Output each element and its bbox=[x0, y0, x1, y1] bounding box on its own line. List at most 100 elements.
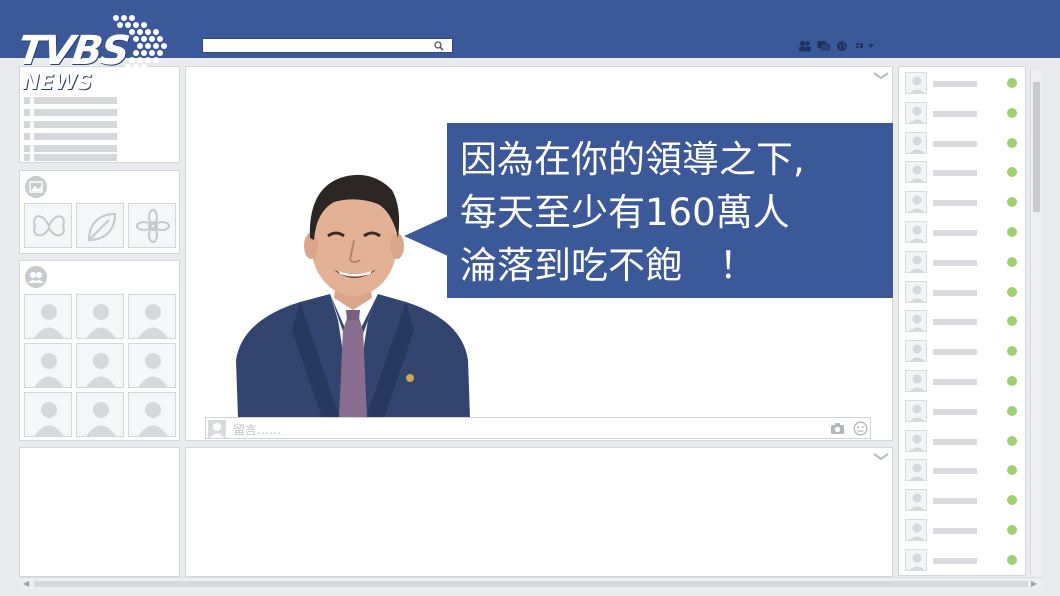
friend-thumb[interactable] bbox=[76, 392, 124, 437]
photo-icon bbox=[25, 176, 47, 198]
camera-icon[interactable] bbox=[830, 422, 845, 435]
search-input[interactable] bbox=[202, 38, 453, 53]
friend-name-placeholder bbox=[933, 200, 977, 207]
scroll-right-arrow[interactable]: ▶ bbox=[1031, 579, 1037, 588]
account-menu-icon[interactable] bbox=[855, 40, 875, 52]
online-friend-row[interactable] bbox=[903, 547, 1025, 571]
online-status-dot bbox=[1007, 554, 1017, 565]
friend-name-placeholder bbox=[933, 230, 977, 236]
online-friend-row[interactable] bbox=[903, 159, 1025, 184]
online-friend-row[interactable] bbox=[903, 368, 1025, 392]
friend-name-placeholder bbox=[933, 438, 977, 445]
friend-thumb[interactable] bbox=[24, 392, 72, 437]
online-status-dot bbox=[1007, 495, 1017, 506]
online-status-dot bbox=[1007, 286, 1017, 297]
menu-item[interactable] bbox=[20, 154, 200, 161]
online-friend-row[interactable] bbox=[903, 398, 1025, 422]
online-friend-row[interactable] bbox=[903, 338, 1025, 363]
speech-bubble-tail bbox=[404, 216, 448, 256]
friend-name-placeholder bbox=[933, 528, 977, 534]
comment-input[interactable]: 留言…… bbox=[205, 417, 871, 439]
friend-name-placeholder bbox=[933, 468, 977, 475]
online-friend-row[interactable] bbox=[903, 428, 1025, 452]
friend-name-placeholder bbox=[933, 498, 977, 505]
photos-panel bbox=[19, 170, 180, 254]
scrollbar-thumb[interactable] bbox=[1033, 82, 1040, 212]
friend-thumb[interactable] bbox=[24, 294, 72, 339]
speaker-photo bbox=[236, 174, 470, 418]
emoji-icon[interactable] bbox=[853, 421, 868, 436]
online-status-dot bbox=[1007, 376, 1017, 386]
avatar bbox=[905, 250, 927, 273]
avatar bbox=[905, 370, 927, 392]
menu-item[interactable] bbox=[20, 97, 200, 104]
menu-item[interactable] bbox=[20, 121, 200, 128]
chevron-down-icon[interactable] bbox=[873, 72, 889, 80]
friend-name-placeholder bbox=[933, 408, 977, 415]
leaf-icon bbox=[87, 212, 117, 242]
friend-thumb[interactable] bbox=[128, 392, 176, 437]
friend-thumb[interactable] bbox=[128, 343, 176, 388]
search-icon[interactable] bbox=[434, 41, 444, 51]
chevron-down-icon[interactable] bbox=[873, 453, 889, 461]
friend-thumb[interactable] bbox=[128, 294, 176, 339]
online-friend-row[interactable] bbox=[903, 189, 1025, 214]
avatar bbox=[905, 548, 927, 571]
online-status-dot bbox=[1007, 256, 1017, 267]
avatar bbox=[905, 101, 927, 124]
avatar bbox=[905, 161, 927, 184]
scrollbar-thumb[interactable] bbox=[34, 581, 1028, 587]
messages-icon[interactable] bbox=[817, 40, 830, 52]
friend-thumb[interactable] bbox=[76, 343, 124, 388]
friend-name-placeholder bbox=[933, 170, 977, 177]
avatar bbox=[905, 72, 927, 94]
online-status-dot bbox=[1007, 107, 1017, 118]
online-friend-row[interactable] bbox=[903, 457, 1025, 482]
avatar bbox=[905, 489, 927, 512]
friend-name-placeholder bbox=[933, 289, 977, 296]
avatar bbox=[905, 519, 927, 541]
photo-thumb[interactable] bbox=[128, 203, 176, 248]
menu-item[interactable] bbox=[20, 133, 200, 140]
online-friend-row[interactable] bbox=[903, 100, 1025, 124]
online-status-dot bbox=[1007, 435, 1017, 446]
online-friend-row[interactable] bbox=[903, 279, 1025, 303]
quote-text: 因為在你的領導之下, 每天至少有160萬人 淪落到吃不飽 ！ bbox=[460, 138, 805, 287]
online-friend-row[interactable] bbox=[903, 130, 1025, 154]
online-friend-row[interactable] bbox=[903, 70, 1025, 94]
online-friend-row[interactable] bbox=[903, 517, 1025, 541]
friend-name-placeholder bbox=[933, 140, 977, 147]
online-status-dot bbox=[1007, 137, 1017, 148]
top-icons bbox=[798, 40, 875, 52]
avatar bbox=[905, 310, 927, 333]
online-friend-row[interactable] bbox=[903, 249, 1025, 273]
flower-icon bbox=[136, 209, 170, 243]
menu-item[interactable] bbox=[20, 145, 200, 152]
friend-name-placeholder bbox=[933, 259, 977, 266]
online-friend-row[interactable] bbox=[903, 487, 1025, 512]
photo-thumb[interactable] bbox=[76, 203, 124, 248]
online-status-dot bbox=[1007, 346, 1017, 357]
globe-icon[interactable] bbox=[836, 40, 849, 52]
avatar bbox=[905, 191, 927, 214]
scroll-left-arrow[interactable]: ◀ bbox=[23, 579, 29, 588]
friend-thumb[interactable] bbox=[24, 343, 72, 388]
online-friend-row[interactable] bbox=[903, 308, 1025, 333]
photo-thumb[interactable] bbox=[24, 203, 72, 248]
online-status-dot bbox=[1007, 197, 1017, 208]
friend-name-placeholder bbox=[933, 349, 977, 356]
friends-icon[interactable] bbox=[798, 40, 811, 52]
online-friend-row[interactable] bbox=[903, 219, 1025, 243]
butterfly-icon bbox=[33, 215, 65, 237]
menu-item[interactable] bbox=[20, 109, 200, 116]
logo-news-text: NEWS bbox=[22, 70, 93, 94]
friend-name-placeholder bbox=[933, 379, 977, 385]
friend-thumb[interactable] bbox=[76, 294, 124, 339]
online-status-dot bbox=[1007, 316, 1017, 327]
horizontal-scrollbar[interactable]: ◀ ▶ bbox=[20, 577, 1042, 589]
group-icon bbox=[25, 266, 47, 288]
avatar bbox=[905, 399, 927, 422]
avatar bbox=[905, 459, 927, 482]
online-status-dot bbox=[1007, 78, 1017, 88]
vertical-scrollbar[interactable] bbox=[1030, 70, 1042, 576]
